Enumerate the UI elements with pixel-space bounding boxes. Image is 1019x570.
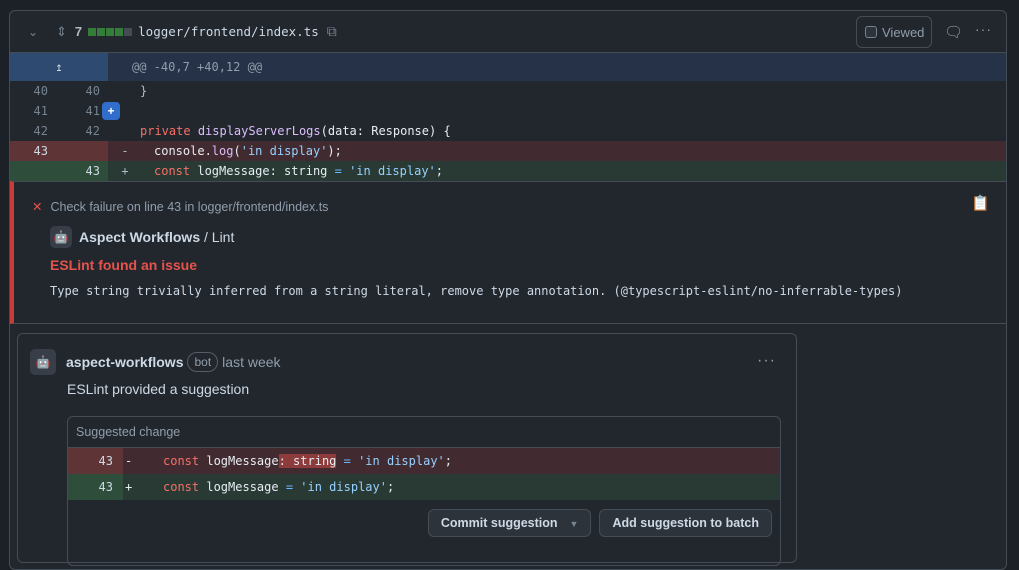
old-line-number[interactable]: 41 <box>10 101 56 121</box>
code: const logMessage: string = 'in display'; <box>154 164 444 178</box>
comment-author[interactable]: aspect-workflows <box>66 354 183 370</box>
checkbox-icon <box>865 26 877 38</box>
new-line-number[interactable] <box>56 141 108 161</box>
more-options-icon[interactable]: ··· <box>757 352 776 370</box>
diff-line-deleted: 43 - console.log('in display'); <box>10 141 1006 161</box>
more-options-icon[interactable]: ··· <box>975 21 992 37</box>
code: const logMessage = 'in display'; <box>163 480 395 494</box>
add-comment-button[interactable]: + <box>102 102 120 120</box>
new-line-number[interactable]: 42 <box>56 121 108 141</box>
checklist-icon[interactable]: 📋 <box>971 194 990 212</box>
diffstat <box>88 27 133 36</box>
bot-badge: bot <box>187 352 219 372</box>
comment-icon[interactable]: 🗨 <box>944 23 963 41</box>
check-title: ✕ Check failure on line 43 in logger/fron… <box>32 200 329 214</box>
suggestion-line-added: 43 + const logMessage = 'in display'; <box>68 474 780 500</box>
expand-icon[interactable]: ⇕ <box>56 24 67 40</box>
suggestion-line-deleted: 43- const logMessage: string = 'in displ… <box>68 448 780 474</box>
check-annotation: ✕ Check failure on line 43 in logger/fron… <box>10 181 1006 324</box>
new-line-number[interactable]: 41 + <box>56 101 120 121</box>
check-name[interactable]: Lint <box>212 229 235 245</box>
aspect-avatar: 🤖 <box>50 226 72 248</box>
code: const logMessage: string = 'in display'; <box>163 454 453 468</box>
change-count: 7 <box>74 24 83 39</box>
caret-down-icon[interactable]: ▼ <box>570 519 579 529</box>
code: } <box>140 84 148 98</box>
new-line-number[interactable]: 43 <box>56 161 108 181</box>
hunk-header: ↥ @@ -40,7 +40,12 @@ <box>10 53 1006 81</box>
suggested-change: Suggested change 43- const logMessage: s… <box>67 416 781 566</box>
comment-body: ESLint provided a suggestion <box>67 381 250 397</box>
suggestion-title: Suggested change <box>68 417 780 448</box>
file-header: ⌄ ⇕ 7 logger/frontend/index.ts ⧉ Viewed … <box>10 11 1006 53</box>
old-line-number[interactable] <box>10 161 56 181</box>
commit-suggestion-button[interactable]: Commit suggestion ▼ <box>427 509 592 537</box>
code: console.log('in display'); <box>154 144 342 158</box>
copy-icon[interactable]: ⧉ <box>327 23 337 40</box>
code: private displayServerLogs(data: Response… <box>140 124 451 138</box>
diff-sign: - <box>121 144 129 158</box>
diff-sign: + <box>121 164 129 178</box>
check-heading: ESLint found an issue <box>50 257 198 273</box>
review-comment: 🤖 aspect-workflows bot last week ··· ESL… <box>17 333 797 566</box>
comment-time[interactable]: last week <box>222 354 280 370</box>
x-icon: ✕ <box>32 200 43 214</box>
avatar[interactable]: 🤖 <box>30 349 56 375</box>
diff-line: 42 42 private displayServerLogs(data: Res… <box>10 121 1006 141</box>
expand-up-icon[interactable]: ↥ <box>10 53 108 81</box>
file-path[interactable]: logger/frontend/index.ts <box>138 24 319 39</box>
hunk-text: @@ -40,7 +40,12 @@ <box>132 60 263 74</box>
old-line-number[interactable]: 42 <box>10 121 56 141</box>
chevron-down-icon[interactable]: ⌄ <box>28 25 42 39</box>
diff-line: 41 41 + <box>10 101 1006 121</box>
check-message: Type string trivially inferred from a st… <box>50 284 903 298</box>
new-line-number[interactable]: 40 <box>56 81 108 101</box>
old-line-number[interactable]: 43 <box>10 141 56 161</box>
viewed-label: Viewed <box>882 24 925 40</box>
diff-line: 40 40 } <box>10 81 1006 101</box>
diff-line-added: 43 + const logMessage: string = 'in displ… <box>10 161 1006 181</box>
viewed-checkbox[interactable]: Viewed <box>856 16 932 48</box>
old-line-number[interactable]: 40 <box>10 81 56 101</box>
add-to-batch-button[interactable]: Add suggestion to batch <box>599 509 772 537</box>
check-app[interactable]: Aspect Workflows <box>79 229 200 245</box>
check-source: 🤖 Aspect Workflows / Lint <box>50 226 234 248</box>
